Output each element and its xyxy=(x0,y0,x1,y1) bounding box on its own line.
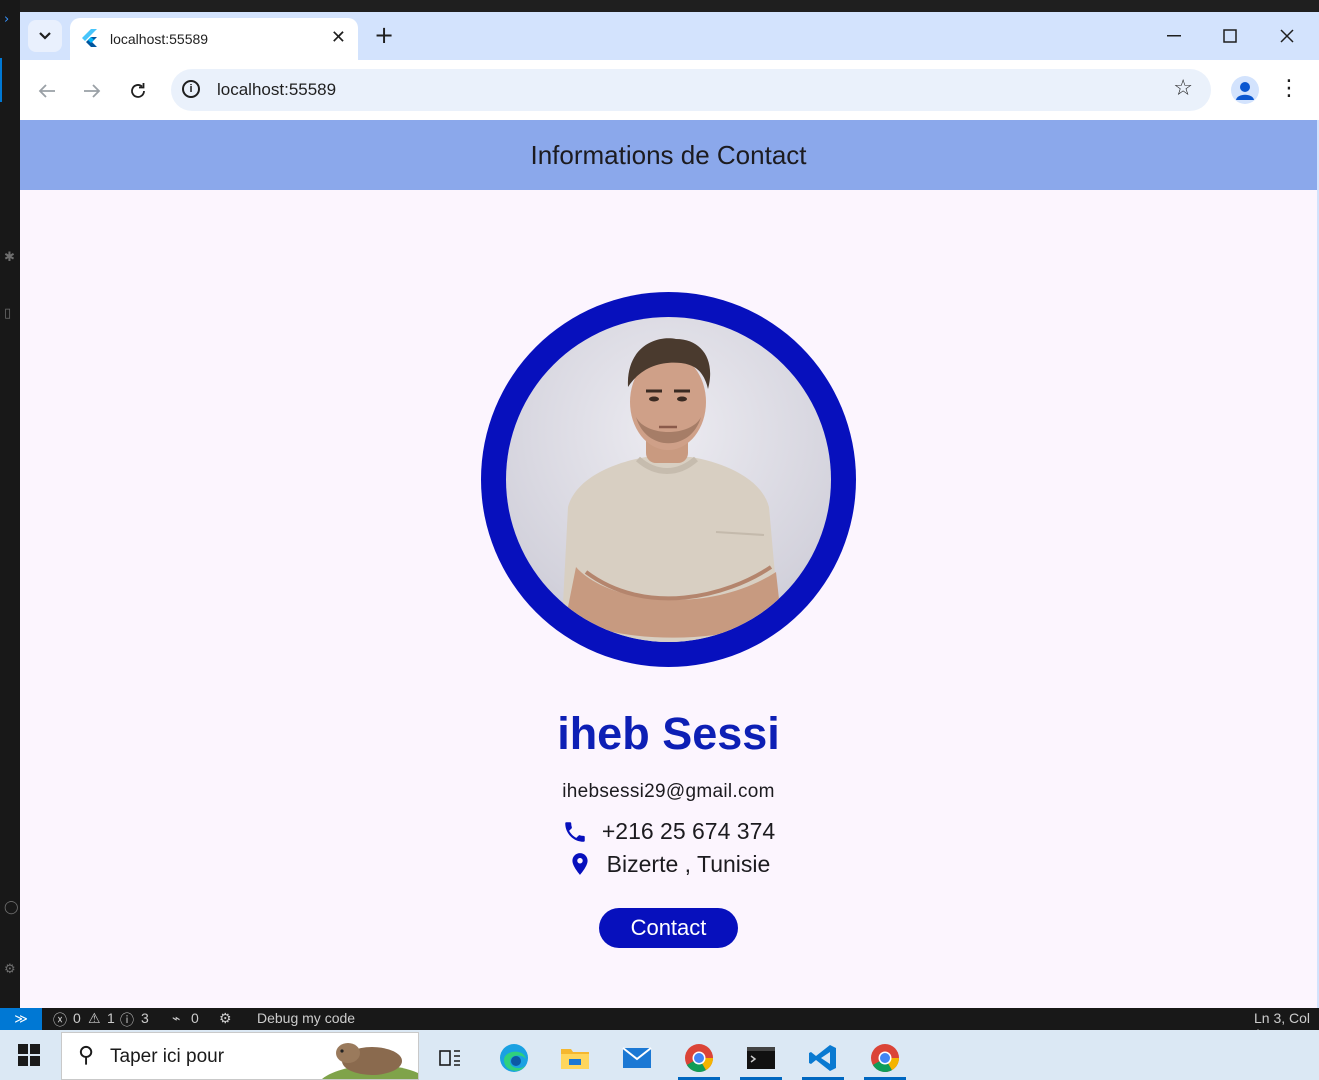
debug-icon[interactable]: ⚙ xyxy=(219,1010,232,1027)
profile-avatar-icon[interactable] xyxy=(1231,76,1259,104)
active-indicator xyxy=(0,58,2,102)
url-text[interactable]: localhost:55589 xyxy=(217,80,336,100)
location-pin-icon xyxy=(572,853,588,875)
settings-icon[interactable]: ⚙ xyxy=(4,962,16,977)
chrome-icon[interactable] xyxy=(674,1036,724,1080)
phone-number: +216 25 674 374 xyxy=(601,818,776,844)
close-tab-icon[interactable]: ✕ xyxy=(331,27,346,48)
browser-tab[interactable]: localhost:55589 ✕ xyxy=(70,18,358,60)
vscode-activity-bar: › ✱ ▯ ◯ ⚙ xyxy=(0,0,20,1008)
bookmark-star-icon[interactable]: ☆ xyxy=(1173,76,1193,101)
windows-taskbar: ⚲ Taper ici pour xyxy=(0,1030,1319,1080)
browser-toolbar: i localhost:55589 ☆ ⋮ xyxy=(20,60,1319,120)
flutter-icon xyxy=(82,29,97,47)
contact-name: iheb Sessi xyxy=(557,708,780,759)
edge-icon[interactable] xyxy=(489,1036,539,1080)
ports-count[interactable]: 0 xyxy=(191,1010,199,1026)
windows-start-icon[interactable] xyxy=(18,1044,40,1066)
errors-icon[interactable]: ⓧ xyxy=(53,1010,67,1030)
location-row: Bizerte , Tunisie xyxy=(20,850,1317,878)
extensions-icon[interactable]: ✱ xyxy=(4,250,15,265)
taskbar-search[interactable]: ⚲ Taper ici pour xyxy=(61,1032,419,1080)
maximize-icon[interactable] xyxy=(1213,24,1247,48)
vscode-status-bar: ≫ ⓧ 0 ⚠ 1 ⓘ 3 ⌁ 0 ⚙ Debug my code Ln 3, … xyxy=(0,1008,1319,1042)
search-placeholder: Taper ici pour xyxy=(110,1046,225,1067)
forward-arrow-icon[interactable] xyxy=(79,78,105,104)
remote-icon[interactable]: › xyxy=(4,12,9,27)
terminal-icon[interactable] xyxy=(736,1036,786,1080)
reload-icon[interactable] xyxy=(125,78,151,104)
vscode-icon[interactable] xyxy=(798,1036,848,1080)
errors-count[interactable]: 0 xyxy=(73,1010,81,1026)
web-page: Informations de Contact iheb Sessi ihebs… xyxy=(20,120,1317,1008)
profile-photo xyxy=(506,317,831,642)
chevron-down-icon xyxy=(39,32,51,40)
mail-icon[interactable] xyxy=(612,1036,662,1080)
back-arrow-icon[interactable] xyxy=(34,78,60,104)
close-window-icon[interactable] xyxy=(1270,24,1304,48)
remote-indicator-icon[interactable]: ≫ xyxy=(0,1008,42,1030)
info-count[interactable]: 3 xyxy=(141,1010,149,1026)
contact-button[interactable]: Contact xyxy=(599,908,738,948)
tab-strip: localhost:55589 ✕ + xyxy=(20,12,1319,60)
address-bar[interactable]: i localhost:55589 ☆ xyxy=(171,69,1211,111)
phone-row: +216 25 674 374 xyxy=(20,818,1317,845)
search-highlight-illustration xyxy=(322,1043,418,1079)
tab-title: localhost:55589 xyxy=(110,31,209,47)
account-icon[interactable]: ◯ xyxy=(4,900,19,915)
task-view-icon[interactable] xyxy=(425,1036,475,1080)
minimize-icon[interactable] xyxy=(1157,24,1191,48)
warnings-count[interactable]: 1 xyxy=(107,1010,115,1026)
search-icon: ⚲ xyxy=(78,1043,95,1068)
file-explorer-icon[interactable] xyxy=(550,1036,600,1080)
phone-icon xyxy=(565,821,585,842)
browser-window: localhost:55589 ✕ + i localhost:55589 ☆ xyxy=(20,12,1319,1008)
info-icon[interactable]: ⓘ xyxy=(120,1010,134,1030)
more-menu-icon[interactable]: ⋮ xyxy=(1278,76,1300,101)
contact-email: ihebsessi29@gmail.com xyxy=(562,781,775,802)
location-text: Bizerte , Tunisie xyxy=(606,850,771,877)
ports-icon[interactable]: ⌁ xyxy=(172,1010,180,1027)
debug-label[interactable]: Debug my code xyxy=(257,1010,355,1026)
app-bar-title: Informations de Contact xyxy=(530,139,807,170)
person-illustration xyxy=(561,338,781,642)
warnings-icon[interactable]: ⚠ xyxy=(88,1010,101,1027)
new-tab-icon[interactable]: + xyxy=(374,21,394,49)
explorer-icon[interactable]: ▯ xyxy=(4,306,11,321)
tab-search-button[interactable] xyxy=(28,20,62,52)
site-info-icon[interactable]: i xyxy=(182,80,200,98)
profile-photo-frame xyxy=(481,292,856,667)
chrome-icon[interactable] xyxy=(860,1036,910,1080)
app-bar: Informations de Contact xyxy=(20,120,1317,190)
